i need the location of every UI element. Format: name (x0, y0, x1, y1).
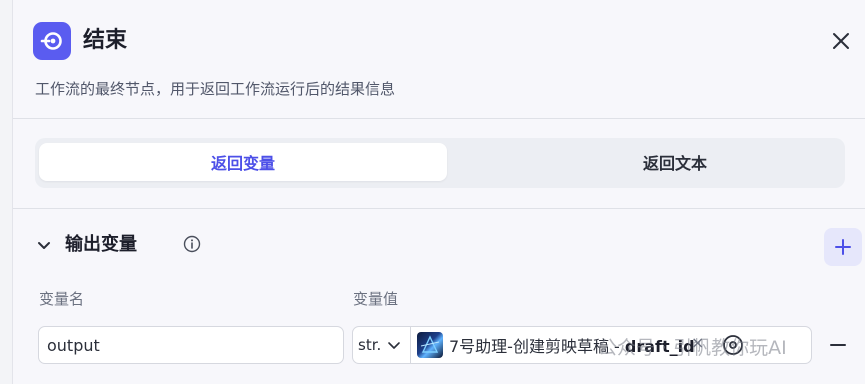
remove-variable-button[interactable] (825, 332, 851, 358)
output-section-title: 输出变量 (65, 234, 137, 255)
reference-node: 7号助理-创建剪映草稿 - (449, 337, 625, 356)
panel-header: 结束 工作流的最终节点，用于返回工作流运行后的结果信息 (13, 0, 865, 118)
type-select[interactable]: str. (353, 327, 411, 363)
variable-reference[interactable]: 7号助理-创建剪映草稿 - draft_id (417, 331, 695, 359)
tab-return-text[interactable]: 返回文本 (471, 143, 865, 181)
column-label-value: 变量值 (353, 290, 399, 308)
reference-field: draft_id (624, 337, 695, 356)
chevron-down-icon (388, 342, 401, 349)
clear-reference-button[interactable]: × (691, 333, 704, 352)
end-node-icon (33, 22, 71, 60)
tab-return-variables[interactable]: 返回变量 (39, 143, 447, 181)
add-variable-button[interactable] (824, 228, 862, 266)
end-node-panel: 结束 工作流的最终节点，用于返回工作流运行后的结果信息 返回变量 返回文本 输出… (12, 0, 865, 384)
column-label-name: 变量名 (39, 290, 85, 308)
close-button[interactable] (828, 28, 854, 54)
mode-tabs: 返回变量 返回文本 (35, 138, 845, 188)
type-select-value: str. (358, 336, 382, 354)
variable-name-input[interactable] (38, 326, 344, 364)
output-section-header: 输出变量 (35, 230, 865, 262)
plus-icon (835, 239, 851, 255)
reference-label: 7号助理-创建剪映草稿 - draft_id (449, 333, 695, 357)
variable-value-field: str. 7号助理-创建剪映草稿 - draft_id × (352, 326, 812, 364)
info-icon[interactable] (183, 235, 201, 253)
header-divider (13, 118, 865, 119)
tabs-divider (13, 208, 865, 209)
variable-setting-icon[interactable] (720, 332, 746, 358)
node-thumbnail (417, 332, 443, 358)
panel-title: 结束 (83, 28, 128, 53)
panel-description: 工作流的最终节点，用于返回工作流运行后的结果信息 (35, 80, 396, 98)
close-icon (833, 33, 849, 49)
chevron-down-icon[interactable] (35, 236, 53, 254)
